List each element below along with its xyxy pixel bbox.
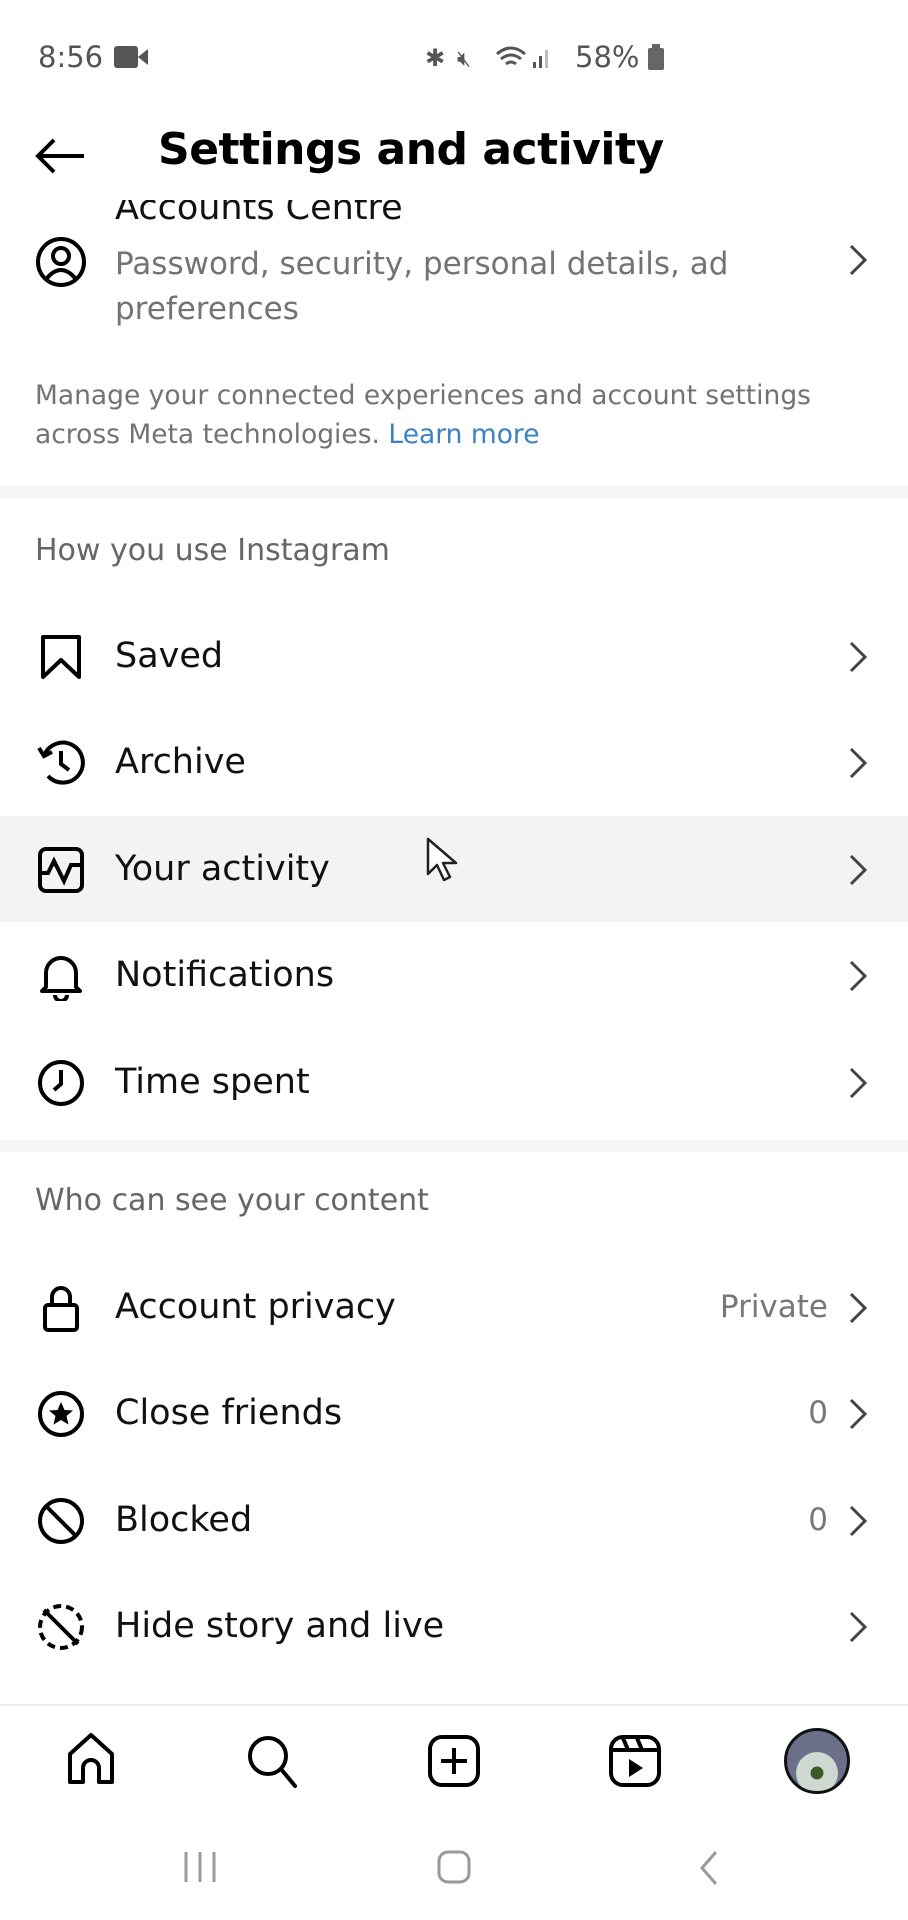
chevron-right-icon <box>849 1292 868 1324</box>
svg-text:🔇︎: 🔇︎ <box>457 47 471 72</box>
row-time-spent[interactable]: Time spent <box>0 1029 908 1135</box>
row-label: Close friends <box>115 1393 343 1433</box>
bottom-nav-divider <box>0 1704 908 1706</box>
learn-more-link[interactable]: Learn more <box>388 419 539 450</box>
section-title: Who can see your content <box>35 1183 429 1218</box>
reels-icon[interactable] <box>606 1732 664 1790</box>
row-label: Saved <box>115 636 224 676</box>
chevron-right-icon <box>849 244 868 276</box>
section-divider <box>0 1140 908 1152</box>
bookmark-icon <box>41 635 81 679</box>
profile-avatar[interactable] <box>784 1728 850 1794</box>
svg-text:✱: ✱ <box>425 44 445 72</box>
video-record-icon <box>114 46 148 68</box>
hide-story-icon <box>38 1604 84 1650</box>
row-archive[interactable]: Archive <box>0 709 908 815</box>
row-label: Blocked <box>115 1500 253 1540</box>
clock-icon <box>38 1060 84 1106</box>
row-blocked[interactable]: Blocked 0 <box>0 1467 908 1573</box>
accounts-centre-title: Accounts Centre <box>115 200 403 228</box>
chevron-right-icon <box>849 960 868 992</box>
back-button-icon[interactable] <box>698 1850 720 1886</box>
row-label: Account privacy <box>115 1287 396 1327</box>
row-value: Private <box>719 1289 828 1325</box>
row-notifications[interactable]: Notifications <box>0 922 908 1028</box>
chevron-right-icon <box>849 641 868 673</box>
home-button-icon[interactable] <box>436 1850 472 1884</box>
account-circle-icon <box>36 237 86 287</box>
row-label: Notifications <box>115 955 335 995</box>
mouse-cursor-icon <box>426 837 458 882</box>
row-label: Your activity <box>115 849 330 889</box>
accounts-centre-note: Manage your connected experiences and ac… <box>35 376 875 454</box>
battery-percent: 58% <box>575 40 640 74</box>
search-icon[interactable] <box>243 1732 301 1790</box>
lock-icon <box>43 1286 79 1332</box>
home-icon[interactable] <box>62 1732 120 1790</box>
back-arrow-icon[interactable] <box>34 138 86 174</box>
row-label: Archive <box>115 742 246 782</box>
row-label: Time spent <box>115 1062 310 1102</box>
chevron-right-icon <box>849 1611 868 1643</box>
star-icon <box>38 1391 84 1437</box>
row-close-friends[interactable]: Close friends 0 <box>0 1360 908 1466</box>
row-value: 0 <box>808 1395 828 1431</box>
battery-icon <box>648 44 664 70</box>
archive-icon <box>37 740 85 785</box>
section-divider <box>0 486 908 498</box>
activity-icon <box>38 847 84 893</box>
chevron-right-icon <box>849 1398 868 1430</box>
block-icon <box>38 1498 84 1544</box>
accounts-centre-subtitle: Password, security, personal details, ad… <box>115 246 729 327</box>
bell-icon <box>40 956 82 1001</box>
row-account-privacy[interactable]: Account privacy Private <box>0 1254 908 1360</box>
status-bar: 8:56 ✱ 🔇︎ 58% <box>0 36 908 76</box>
status-icons: ✱ 🔇︎ <box>425 44 548 72</box>
row-saved[interactable]: Saved <box>0 603 908 709</box>
page-title: Settings and activity <box>158 124 664 175</box>
row-hide-story[interactable]: Hide story and live <box>0 1573 908 1679</box>
row-label: Hide story and live <box>115 1606 445 1646</box>
section-title: How you use Instagram <box>35 533 390 568</box>
status-time: 8:56 <box>38 40 104 74</box>
chevron-right-icon <box>849 854 868 886</box>
accounts-centre-row[interactable]: Accounts Centre Password, security, pers… <box>0 200 908 330</box>
chevron-right-icon <box>849 1505 868 1537</box>
create-post-icon[interactable] <box>425 1732 483 1790</box>
row-value: 0 <box>808 1502 828 1538</box>
recent-apps-icon[interactable] <box>182 1850 218 1884</box>
chevron-right-icon <box>849 747 868 779</box>
chevron-right-icon <box>849 1067 868 1099</box>
